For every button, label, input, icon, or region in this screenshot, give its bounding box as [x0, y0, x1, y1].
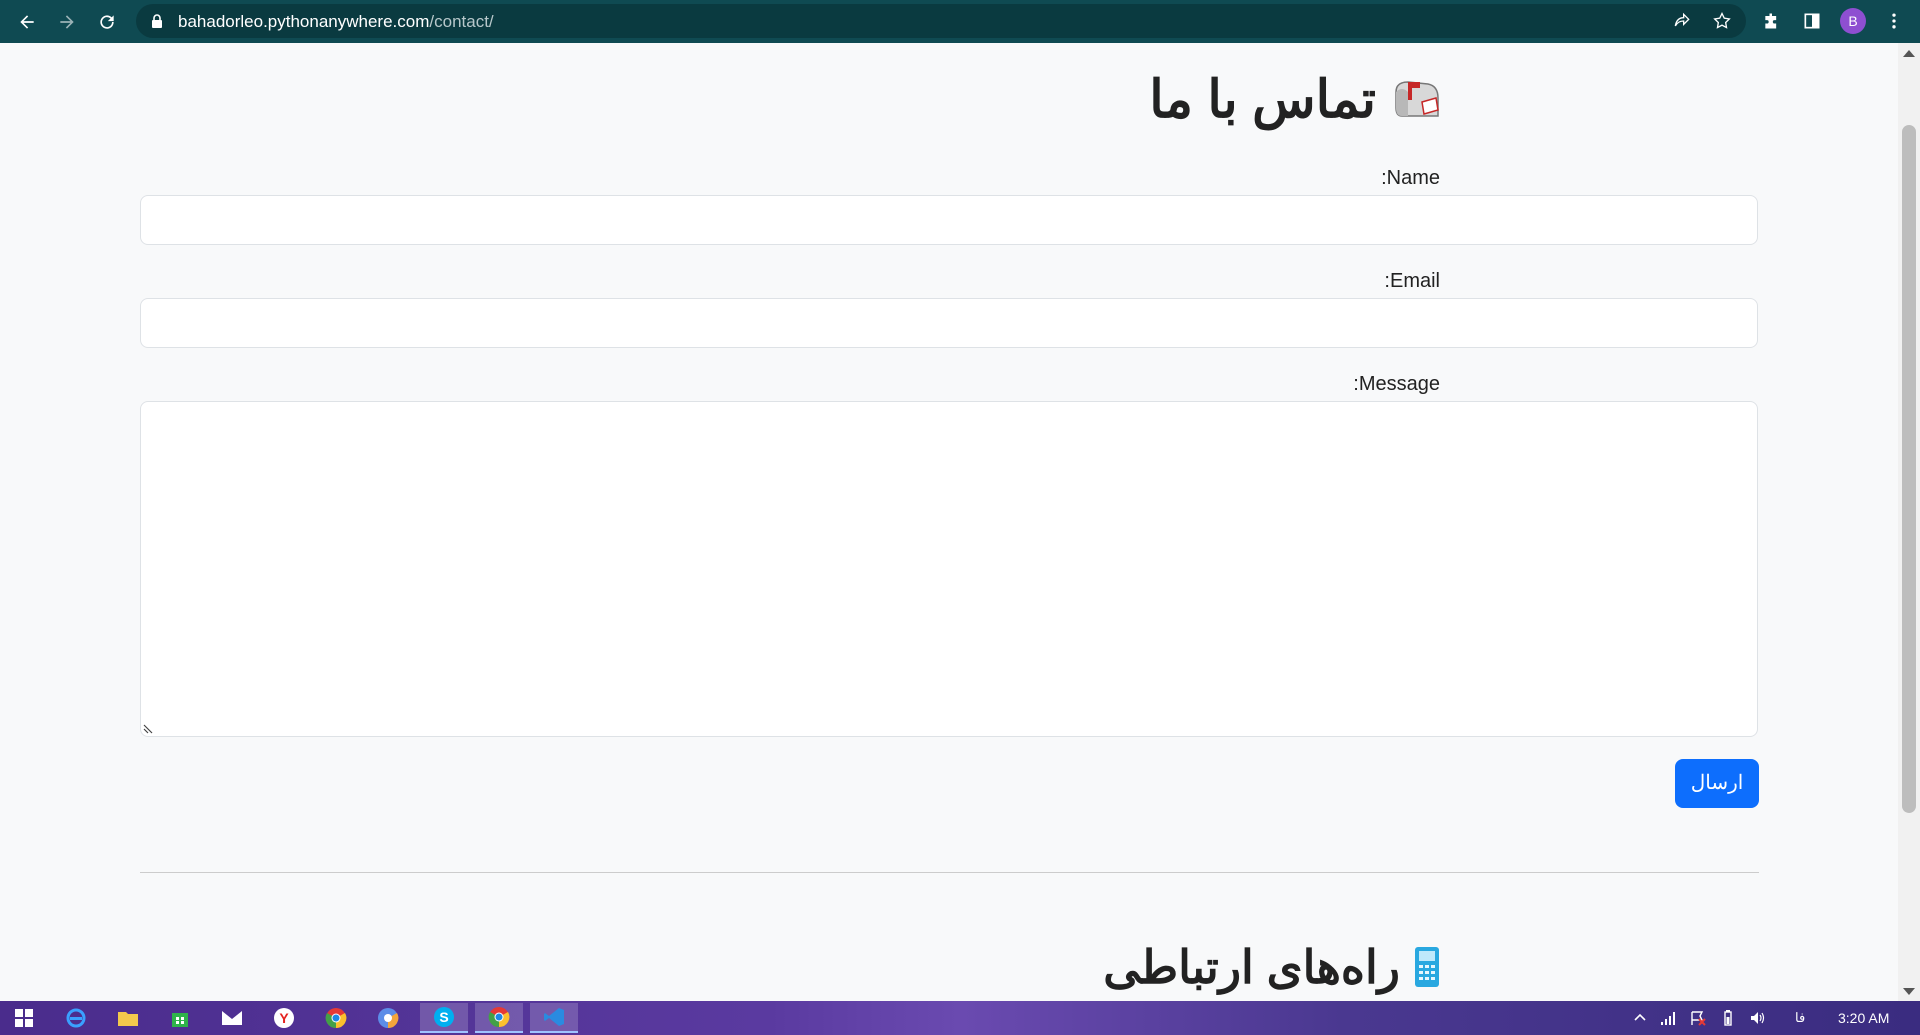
network-signal-icon[interactable]	[1660, 1010, 1676, 1026]
url-host: bahadorleo.pythonanywhere.com	[178, 12, 430, 31]
url-text: bahadorleo.pythonanywhere.com/contact/	[178, 12, 494, 32]
contact-heading: تماس با ما	[1149, 70, 1442, 130]
mobile-phone-icon	[1415, 947, 1439, 987]
message-textarea[interactable]	[140, 401, 1758, 737]
name-input[interactable]	[140, 195, 1758, 245]
store-icon[interactable]	[156, 1003, 204, 1033]
extensions-icon[interactable]	[1758, 7, 1786, 35]
resize-handle-icon[interactable]	[143, 722, 155, 734]
email-label: :Email	[1384, 270, 1440, 292]
volume-icon[interactable]	[1750, 1010, 1766, 1026]
side-panel-icon[interactable]	[1798, 7, 1826, 35]
section-divider	[140, 872, 1759, 873]
chromium-icon[interactable]	[364, 1003, 412, 1033]
windows-start-icon[interactable]	[0, 1003, 48, 1033]
back-icon[interactable]	[12, 7, 42, 37]
scroll-down-arrow-icon[interactable]	[1903, 988, 1915, 995]
contact-title-text: تماس با ما	[1149, 71, 1376, 129]
vscode-icon[interactable]	[530, 1003, 578, 1033]
scrollbar-thumb[interactable]	[1902, 125, 1916, 813]
tray-chevron-icon[interactable]	[1632, 1010, 1648, 1026]
windows-taskbar: Y S فا 3:20 AM	[0, 1001, 1920, 1035]
bookmark-star-icon[interactable]	[1708, 7, 1736, 35]
contact-ways-title-text: راه‌های ارتباطی	[1103, 941, 1400, 993]
action-center-flag-icon[interactable]	[1690, 1010, 1706, 1026]
file-explorer-icon[interactable]	[104, 1003, 152, 1033]
mailbox-icon	[1395, 81, 1439, 117]
email-input[interactable]	[140, 298, 1758, 348]
profile-avatar[interactable]: B	[1840, 8, 1866, 34]
address-bar[interactable]: bahadorleo.pythonanywhere.com/contact/	[136, 4, 1746, 38]
chrome-icon[interactable]	[312, 1003, 360, 1033]
chrome-active-icon[interactable]	[475, 1003, 523, 1033]
forward-icon[interactable]	[52, 7, 82, 37]
mail-app-icon[interactable]	[208, 1003, 256, 1033]
taskbar-clock[interactable]: 3:20 AM	[1838, 1010, 1889, 1026]
more-menu-icon[interactable]	[1880, 7, 1908, 35]
internet-explorer-icon[interactable]	[52, 1003, 100, 1033]
name-label: :Name	[1381, 167, 1440, 189]
contact-ways-heading: راه‌های ارتباطی	[1103, 940, 1440, 994]
reload-icon[interactable]	[92, 7, 122, 37]
message-label: :Message	[1353, 373, 1440, 395]
yandex-browser-icon[interactable]: Y	[260, 1003, 308, 1033]
svg-text:S: S	[439, 1009, 448, 1025]
url-path: /contact/	[429, 12, 494, 31]
browser-toolbar: bahadorleo.pythonanywhere.com/contact/ B	[0, 0, 1920, 43]
skype-icon[interactable]: S	[420, 1003, 468, 1033]
submit-button[interactable]: ارسال	[1675, 759, 1759, 808]
battery-icon[interactable]	[1720, 1010, 1736, 1026]
share-icon[interactable]	[1668, 7, 1696, 35]
svg-text:Y: Y	[279, 1010, 289, 1026]
input-language-indicator[interactable]: فا	[1795, 1010, 1805, 1026]
scroll-up-arrow-icon[interactable]	[1903, 50, 1915, 57]
lock-icon	[152, 14, 162, 28]
